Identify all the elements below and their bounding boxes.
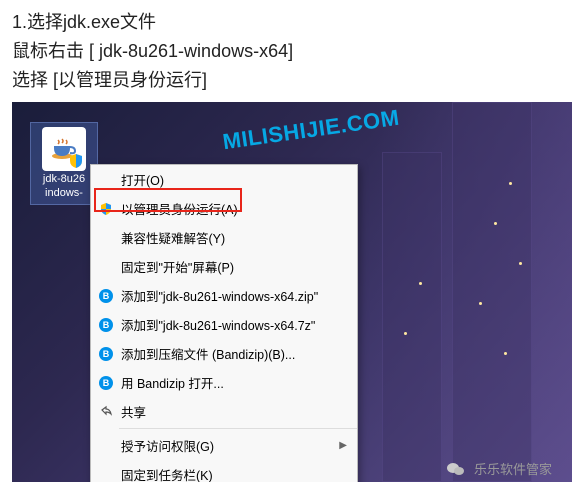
menu-open[interactable]: 打开(O) [91, 165, 357, 194]
chevron-right-icon: ▶ [339, 440, 347, 451]
shield-icon [95, 201, 117, 217]
menu-add-zip[interactable]: B 添加到"jdk-8u261-windows-x64.zip" [91, 281, 357, 310]
menu-add-7z[interactable]: B 添加到"jdk-8u261-windows-x64.7z" [91, 310, 357, 339]
menu-run-as-admin[interactable]: 以管理员身份运行(A) [91, 194, 357, 223]
footer-brand: 乐乐软件管家 [446, 459, 552, 478]
icon-label-1: jdk-8u2 [43, 173, 79, 185]
context-menu: 打开(O) 以管理员身份运行(A) 兼容性疑难解答(Y) 固定到"开始"屏幕(P… [90, 164, 358, 482]
menu-grant-access[interactable]: 授予访问权限(G) ▶ [91, 431, 357, 460]
menu-share[interactable]: 共享 [91, 397, 357, 426]
menu-compat-troubleshoot[interactable]: 兼容性疑难解答(Y) [91, 223, 357, 252]
menu-pin-start[interactable]: 固定到"开始"屏幕(P) [91, 252, 357, 281]
menu-separator [119, 428, 357, 429]
java-icon [42, 127, 86, 171]
menu-open-bandizip[interactable]: B 用 Bandizip 打开... [91, 368, 357, 397]
icon-label-2: indows [45, 187, 79, 199]
bandizip-icon: B [95, 288, 117, 304]
share-icon [95, 404, 117, 420]
desktop-file-icon[interactable]: jdk-8u26 indows- [30, 122, 98, 204]
menu-pin-taskbar[interactable]: 固定到任务栏(K) [91, 460, 357, 482]
bandizip-icon: B [95, 317, 117, 333]
bandizip-icon: B [95, 375, 117, 391]
instruction-line2: 鼠标右击 [ jdk-8u261-windows-x64] [12, 37, 570, 66]
menu-add-compress[interactable]: B 添加到压缩文件 (Bandizip)(B)... [91, 339, 357, 368]
wechat-icon [446, 461, 466, 477]
desktop-background: MILISHIJIE.COM jdk-8u26 indows- 打开(O) [12, 102, 572, 482]
instruction-line3: 选择 [以管理员身份运行] [12, 66, 570, 95]
bandizip-icon: B [95, 346, 117, 362]
instruction-line1: 1.选择jdk.exe文件 [12, 8, 570, 37]
